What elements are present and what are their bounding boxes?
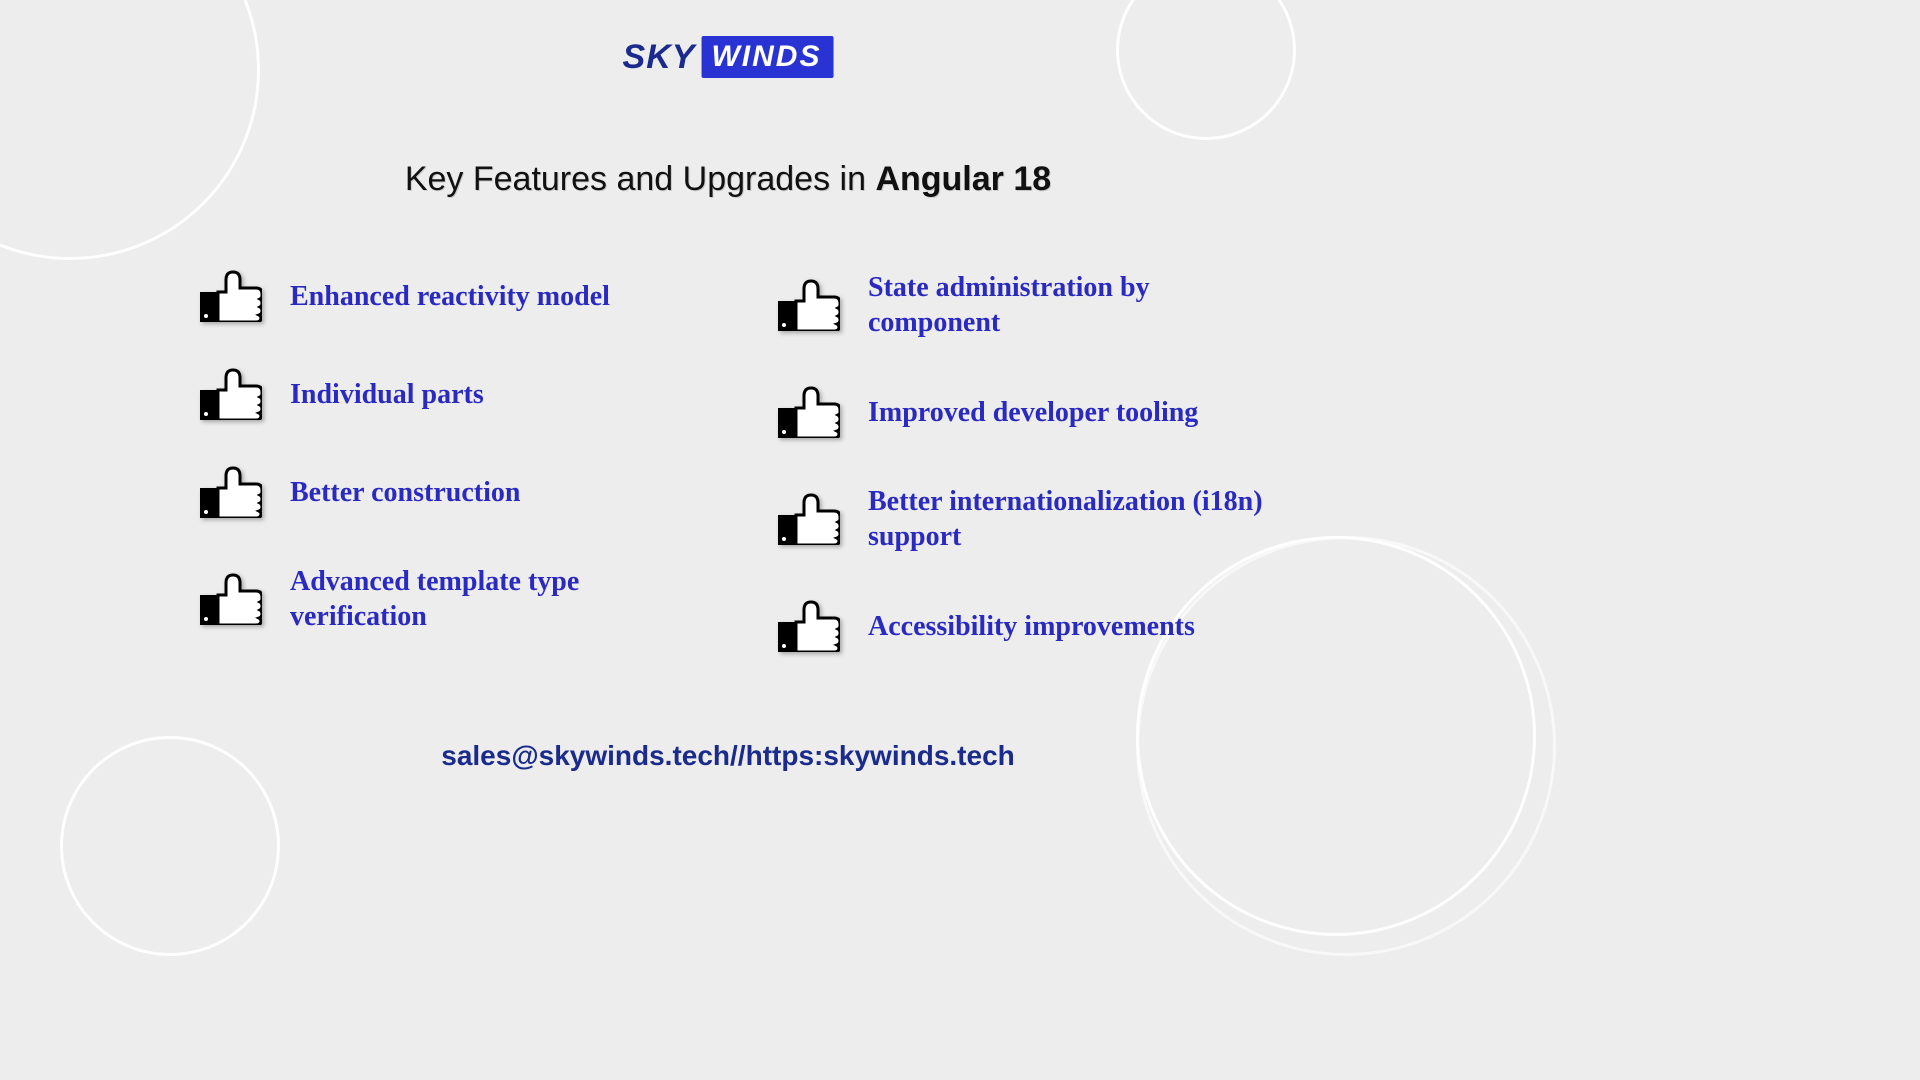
feature-item: Advanced template type verification (200, 564, 758, 634)
features-column-left: Enhanced reactivity model Individual par… (200, 270, 758, 652)
thumbs-up-icon (778, 279, 840, 331)
thumbs-up-icon (778, 600, 840, 652)
feature-text: Enhanced reactivity model (290, 279, 610, 314)
title-pre: Key Features and Upgrades in (405, 160, 876, 198)
feature-text: Better internationalization (i18n) suppo… (868, 484, 1288, 554)
feature-text: State administration by component (868, 270, 1288, 340)
logo-text-winds: WINDS (701, 36, 833, 78)
footer-contact: sales@skywinds.tech//https:skywinds.tech (0, 740, 1456, 772)
feature-item: Enhanced reactivity model (200, 270, 758, 322)
feature-text: Individual parts (290, 377, 484, 412)
thumbs-up-icon (200, 368, 262, 420)
features-column-right: State administration by component Improv… (758, 270, 1336, 652)
page-title: Key Features and Upgrades in Angular 18 (0, 160, 1456, 199)
thumbs-up-icon (200, 573, 262, 625)
feature-item: Individual parts (200, 368, 758, 420)
features-grid: Enhanced reactivity model Individual par… (200, 270, 1336, 652)
thumbs-up-icon (200, 466, 262, 518)
feature-item: Accessibility improvements (778, 600, 1336, 652)
feature-item: Improved developer tooling (778, 386, 1336, 438)
thumbs-up-icon (200, 270, 262, 322)
feature-text: Better construction (290, 475, 520, 510)
thumbs-up-icon (778, 386, 840, 438)
feature-item: State administration by component (778, 270, 1336, 340)
feature-text: Improved developer tooling (868, 395, 1198, 430)
title-bold: Angular 18 (875, 160, 1051, 198)
feature-text: Advanced template type verification (290, 564, 710, 634)
logo-text-sky: SKY (623, 38, 696, 77)
feature-item: Better internationalization (i18n) suppo… (778, 484, 1336, 554)
feature-item: Better construction (200, 466, 758, 518)
logo: SKY WINDS (623, 36, 834, 78)
decorative-circle (0, 0, 260, 260)
thumbs-up-icon (778, 493, 840, 545)
decorative-circle (1096, 0, 1316, 160)
feature-text: Accessibility improvements (868, 609, 1195, 644)
